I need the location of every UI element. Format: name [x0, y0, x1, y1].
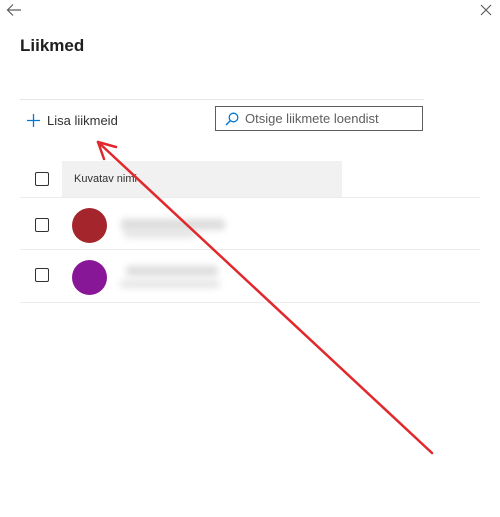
row-divider	[20, 249, 480, 250]
member-search-box[interactable]	[215, 106, 423, 131]
back-button[interactable]	[4, 0, 24, 20]
row-checkbox[interactable]	[35, 268, 49, 282]
page-title: Liikmed	[20, 36, 85, 55]
search-input[interactable]	[245, 111, 415, 126]
annotation-arrow	[96, 140, 434, 455]
toolbar-divider	[20, 99, 424, 100]
row-checkbox[interactable]	[35, 218, 49, 232]
row-divider	[20, 197, 480, 198]
avatar	[72, 260, 107, 295]
arrow-left-icon	[6, 4, 21, 16]
add-members-label: Lisa liikmeid	[47, 112, 118, 128]
select-all-checkbox[interactable]	[35, 172, 49, 186]
redacted-member-detail	[124, 230, 196, 238]
close-icon	[480, 4, 492, 16]
close-button[interactable]	[476, 0, 496, 20]
redacted-member-name	[121, 219, 225, 230]
add-members-button[interactable]: Lisa liikmeid	[27, 109, 118, 131]
redacted-member-detail	[120, 280, 220, 288]
redacted-member-name	[126, 266, 218, 276]
search-icon	[225, 112, 239, 125]
column-header-display-name[interactable]: Kuvatav nimi	[62, 161, 342, 197]
row-divider	[20, 302, 480, 303]
column-header-label: Kuvatav nimi	[74, 173, 137, 185]
avatar	[72, 208, 107, 243]
plus-icon	[27, 113, 40, 127]
